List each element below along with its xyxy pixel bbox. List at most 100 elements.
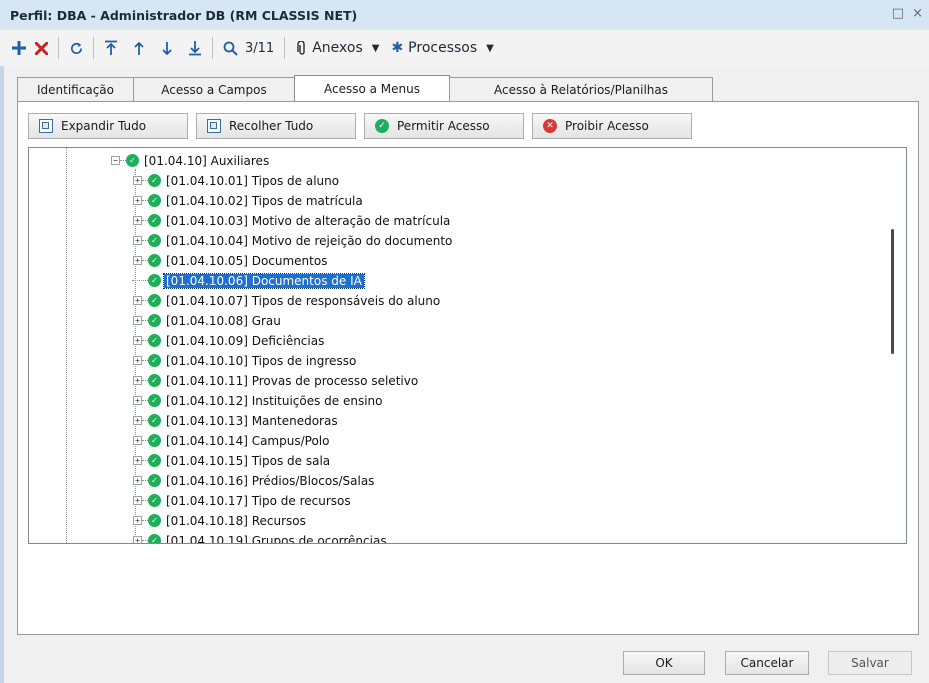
- expand-node-icon[interactable]: +: [133, 176, 142, 185]
- expand-node-icon[interactable]: +: [133, 356, 142, 365]
- tab-acesso-relatorios[interactable]: Acesso à Relatórios/Planilhas: [449, 77, 713, 101]
- expand-node-icon[interactable]: +: [133, 256, 142, 265]
- expand-node-icon[interactable]: +: [133, 536, 142, 543]
- tree-node-label: [01.04.10.13] Mantenedoras: [166, 413, 338, 428]
- check-icon: ✓: [148, 494, 161, 507]
- tree-node[interactable]: + ✓ [01.04.10.15] Tipos de sala: [133, 451, 330, 470]
- cancel-button[interactable]: Cancelar: [725, 651, 809, 675]
- collapse-node-icon[interactable]: −: [111, 156, 120, 165]
- check-icon: ✓: [148, 394, 161, 407]
- expand-node-icon[interactable]: +: [133, 436, 142, 445]
- tree-node[interactable]: + ✓ [01.04.10.10] Tipos de ingresso: [133, 351, 356, 370]
- tab-strip: Identificação Acesso a Campos Acesso a M…: [17, 75, 713, 101]
- expand-node-icon[interactable]: +: [133, 376, 142, 385]
- expand-node-icon[interactable]: +: [133, 416, 142, 425]
- tree-node-parent[interactable]: − ✓ [01.04.10] Auxiliares: [111, 151, 269, 170]
- tree-node[interactable]: + ✓ [01.04.10.17] Tipo de recursos: [133, 491, 351, 510]
- footer-buttons: OK: [623, 651, 705, 675]
- search-icon[interactable]: [219, 36, 241, 60]
- toolbar-separator: [284, 37, 286, 59]
- anexos-label: Anexos: [312, 40, 363, 56]
- expand-node-icon[interactable]: +: [133, 196, 142, 205]
- tree-node-label: [01.04.10.14] Campus/Polo: [166, 433, 330, 448]
- expand-node-icon[interactable]: +: [133, 296, 142, 305]
- expand-node-icon[interactable]: +: [133, 216, 142, 225]
- processos-menu[interactable]: ✱ Processos ▼: [391, 40, 493, 56]
- tree-node[interactable]: + ✓ [01.04.10.05] Documentos: [133, 251, 327, 270]
- check-icon: ✓: [148, 294, 161, 307]
- expand-all-button[interactable]: Expandir Tudo: [28, 113, 188, 139]
- expand-node-icon[interactable]: +: [133, 516, 142, 525]
- anexos-menu[interactable]: Anexos ▼: [297, 40, 379, 56]
- menu-tree[interactable]: − ✓ [01.04.10] Auxiliares + ✓ [01.04.10.01…: [28, 147, 907, 544]
- tree-node[interactable]: + ✓ [01.04.10.11] Provas de processo selet…: [133, 371, 418, 390]
- tree-node-label: [01.04.10.06] Documentos de IA: [163, 272, 365, 289]
- check-icon: ✓: [148, 314, 161, 327]
- tab-acesso-menus[interactable]: Acesso a Menus: [294, 75, 450, 101]
- tree-node[interactable]: ✓ [01.04.10.06] Documentos de IA: [132, 271, 365, 290]
- chevron-down-icon: ▼: [371, 42, 380, 54]
- check-icon: ✓: [148, 334, 161, 347]
- tree-node[interactable]: + ✓ [01.04.10.14] Campus/Polo: [133, 431, 329, 450]
- tree-node-label: [01.04.10.08] Grau: [166, 313, 281, 328]
- tree-node[interactable]: + ✓ [01.04.10.18] Recursos: [133, 511, 306, 530]
- expand-node-icon[interactable]: +: [133, 336, 142, 345]
- tree-node[interactable]: + ✓ [01.04.10.08] Grau: [133, 311, 281, 330]
- plus-icon[interactable]: [8, 36, 30, 60]
- check-icon: ✓: [148, 434, 161, 447]
- check-icon: ✓: [375, 119, 389, 133]
- tree-node-label: [01.04.10.09] Deficiências: [166, 333, 325, 348]
- tree-node[interactable]: + ✓ [01.04.10.12] Instituições de ensino: [133, 391, 383, 410]
- tree-node[interactable]: + ✓ [01.04.10.04] Motivo de rejeição do do…: [133, 231, 452, 250]
- prev-icon[interactable]: [128, 36, 150, 60]
- ok-button[interactable]: OK: [623, 651, 705, 675]
- toolbar: 3/11 Anexos ▼ ✱ Processos ▼: [0, 30, 929, 66]
- deny-access-button[interactable]: ✕ Proibir Acesso: [532, 113, 692, 139]
- expand-node-icon[interactable]: +: [133, 236, 142, 245]
- record-counter: 3/11: [245, 40, 275, 56]
- expand-node-icon[interactable]: +: [133, 496, 142, 505]
- tree-node[interactable]: + ✓ [01.04.10.03] Motivo de alteração de m…: [133, 211, 450, 230]
- tree-node[interactable]: + ✓ [01.04.10.13] Mantenedoras: [133, 411, 338, 430]
- expand-node-icon[interactable]: +: [133, 316, 142, 325]
- tree-node-label: [01.04.10.11] Provas de processo seletiv…: [166, 373, 419, 388]
- refresh-icon[interactable]: [65, 36, 87, 60]
- tree-node[interactable]: + ✓ [01.04.10.09] Deficiências: [133, 331, 324, 350]
- close-icon[interactable]: ×: [912, 6, 923, 21]
- window-left-edge: [0, 30, 4, 683]
- check-icon: ✓: [148, 374, 161, 387]
- restore-icon[interactable]: □: [892, 6, 904, 21]
- tab-acesso-campos[interactable]: Acesso a Campos: [133, 77, 295, 101]
- tree-node[interactable]: + ✓ [01.04.10.01] Tipos de aluno: [133, 171, 339, 190]
- tree-node-label: [01.04.10.15] Tipos de sala: [166, 453, 331, 468]
- check-icon: ✓: [148, 354, 161, 367]
- expand-node-icon[interactable]: +: [133, 396, 142, 405]
- tree-guide-line: [66, 148, 67, 543]
- save-button[interactable]: Salvar: [828, 651, 912, 675]
- collapse-icon: [207, 119, 221, 133]
- scrollbar-thumb[interactable]: [891, 229, 894, 354]
- first-icon[interactable]: [100, 36, 122, 60]
- allow-access-button[interactable]: ✓ Permitir Acesso: [364, 113, 524, 139]
- expand-icon: [39, 119, 53, 133]
- expand-node-icon[interactable]: +: [133, 476, 142, 485]
- tree-node[interactable]: + ✓ [01.04.10.07] Tipos de responsáveis do…: [133, 291, 440, 310]
- check-icon: ✓: [148, 194, 161, 207]
- tree-node-label: [01.04.10.18] Recursos: [166, 513, 306, 528]
- expand-node-icon[interactable]: +: [133, 456, 142, 465]
- tab-identificacao[interactable]: Identificação: [17, 77, 134, 101]
- check-icon: ✓: [148, 274, 161, 287]
- delete-icon[interactable]: [30, 36, 52, 60]
- toolbar-separator: [212, 37, 213, 59]
- tree-node[interactable]: + ✓ [01.04.10.19] Grupos de ocorrências: [133, 531, 387, 543]
- tree-node[interactable]: + ✓ [01.04.10.02] Tipos de matrícula: [133, 191, 363, 210]
- check-icon: ✓: [148, 234, 161, 247]
- paperclip-icon: [297, 40, 305, 55]
- last-icon[interactable]: [184, 36, 206, 60]
- collapse-all-button[interactable]: Recolher Tudo: [196, 113, 356, 139]
- window-title: Perfil: DBA - Administrador DB (RM CLASS…: [10, 7, 358, 23]
- tree-node-label: [01.04.10.04] Motivo de rejeição do docu…: [166, 233, 453, 248]
- next-icon[interactable]: [156, 36, 178, 60]
- tree-node-label: [01.04.10.05] Documentos: [166, 253, 328, 268]
- tree-node[interactable]: + ✓ [01.04.10.16] Prédios/Blocos/Salas: [133, 471, 374, 490]
